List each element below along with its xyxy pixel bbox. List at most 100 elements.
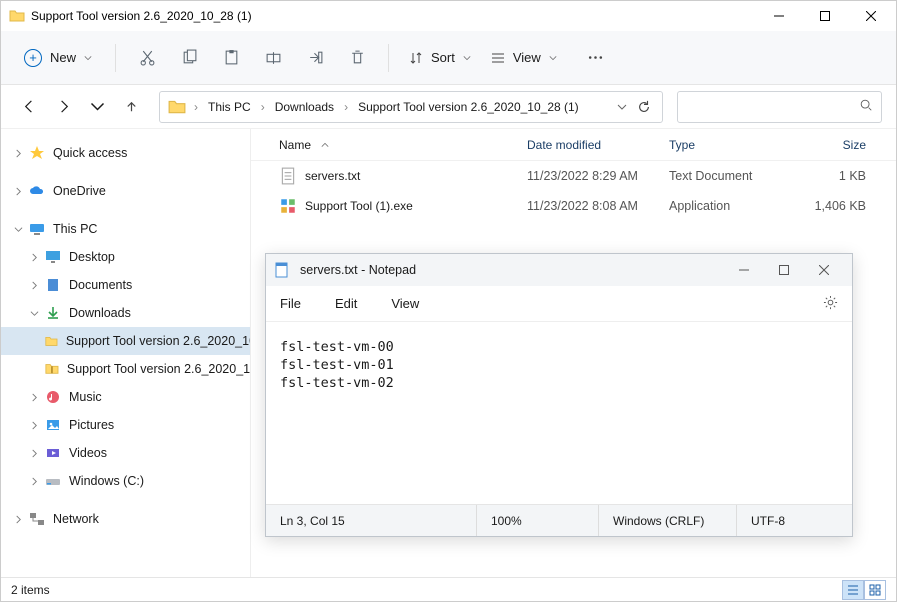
notepad-close-button[interactable] — [804, 256, 844, 284]
separator — [115, 44, 116, 72]
sidebar-label: Videos — [69, 446, 107, 460]
menu-view[interactable]: View — [391, 296, 419, 311]
sidebar-label: Network — [53, 512, 99, 526]
chevron-right-icon — [27, 474, 41, 488]
sidebar-item-this-pc[interactable]: This PC — [1, 215, 250, 243]
pc-icon — [29, 221, 45, 237]
col-type[interactable]: Type — [661, 138, 784, 152]
menu-file[interactable]: File — [280, 296, 301, 311]
cursor-position: Ln 3, Col 15 — [266, 505, 476, 536]
sidebar-item-network[interactable]: Network — [1, 505, 250, 533]
maximize-button[interactable] — [802, 1, 848, 31]
folder-icon — [9, 8, 25, 24]
file-row[interactable]: Support Tool (1).exe 11/23/2022 8:08 AM … — [251, 191, 896, 221]
rename-button[interactable] — [254, 40, 292, 76]
col-name[interactable]: Name — [271, 138, 519, 152]
address-row: › This PC › Downloads › Support Tool ver… — [1, 85, 896, 129]
view-button[interactable]: View — [483, 44, 565, 71]
close-button[interactable] — [848, 1, 894, 31]
notepad-maximize-button[interactable] — [764, 256, 804, 284]
network-icon — [29, 511, 45, 527]
notepad-window: servers.txt - Notepad File Edit View fsl… — [265, 253, 853, 537]
sidebar-label: Support Tool version 2.6_2020_10_28 (1) — [66, 334, 250, 348]
encoding: UTF-8 — [736, 505, 799, 536]
sidebar-label: Desktop — [69, 250, 115, 264]
sidebar-item-pictures[interactable]: Pictures — [1, 411, 250, 439]
sort-icon — [409, 51, 423, 65]
search-box[interactable] — [677, 91, 882, 123]
sidebar-item-videos[interactable]: Videos — [1, 439, 250, 467]
file-row[interactable]: servers.txt 11/23/2022 8:29 AM Text Docu… — [251, 161, 896, 191]
file-size: 1 KB — [784, 169, 874, 183]
search-input[interactable] — [686, 100, 859, 114]
chevron-right-icon — [27, 278, 41, 292]
notepad-minimize-button[interactable] — [724, 256, 764, 284]
notepad-titlebar[interactable]: servers.txt - Notepad — [266, 254, 852, 286]
chevron-down-icon — [84, 54, 92, 62]
chevron-down-icon — [11, 222, 25, 236]
folder-icon — [45, 333, 58, 349]
sidebar: Quick access OneDrive This PC Desktop Do… — [1, 129, 251, 577]
exe-file-icon — [279, 197, 297, 215]
address-dropdown[interactable] — [612, 97, 632, 117]
col-size[interactable]: Size — [784, 138, 874, 152]
zoom-level: 100% — [476, 505, 598, 536]
breadcrumb-pc[interactable]: This PC — [202, 96, 257, 118]
address-bar[interactable]: › This PC › Downloads › Support Tool ver… — [159, 91, 663, 123]
zip-folder-icon — [45, 361, 59, 377]
notepad-text-area[interactable]: fsl-test-vm-00 fsl-test-vm-01 fsl-test-v… — [266, 322, 852, 504]
file-date: 11/23/2022 8:29 AM — [519, 169, 661, 183]
chevron-right-icon: › — [192, 100, 200, 114]
text-file-icon — [279, 167, 297, 185]
copy-button[interactable] — [170, 40, 208, 76]
view-icon — [491, 51, 505, 65]
sidebar-label: Support Tool version 2.6_2020_10_28 — [67, 362, 250, 376]
breadcrumb-folder[interactable]: Support Tool version 2.6_2020_10_28 (1) — [352, 96, 585, 118]
gear-icon[interactable] — [823, 295, 838, 313]
menu-edit[interactable]: Edit — [335, 296, 357, 311]
cut-button[interactable] — [128, 40, 166, 76]
minimize-button[interactable] — [756, 1, 802, 31]
chevron-right-icon: › — [342, 100, 350, 114]
sidebar-item-downloads[interactable]: Downloads — [1, 299, 250, 327]
window-title: Support Tool version 2.6_2020_10_28 (1) — [31, 9, 756, 23]
new-label: New — [50, 50, 76, 65]
col-date[interactable]: Date modified — [519, 138, 661, 152]
recent-button[interactable] — [83, 93, 111, 121]
sort-asc-icon — [321, 141, 329, 149]
details-view-button[interactable] — [842, 580, 864, 600]
sidebar-item-desktop[interactable]: Desktop — [1, 243, 250, 271]
notepad-status-bar: Ln 3, Col 15 100% Windows (CRLF) UTF-8 — [266, 504, 852, 536]
breadcrumb-downloads[interactable]: Downloads — [269, 96, 340, 118]
thumbnails-view-button[interactable] — [864, 580, 886, 600]
new-button[interactable]: + New — [13, 42, 103, 74]
separator — [388, 44, 389, 72]
forward-button[interactable] — [49, 93, 77, 121]
sort-button[interactable]: Sort — [401, 44, 479, 71]
chevron-right-icon — [11, 184, 25, 198]
sidebar-label: Downloads — [69, 306, 131, 320]
share-button[interactable] — [296, 40, 334, 76]
sidebar-item-folder-selected[interactable]: Support Tool version 2.6_2020_10_28 (1) — [1, 327, 250, 355]
file-type: Application — [661, 199, 784, 213]
notepad-title: servers.txt - Notepad — [300, 263, 724, 277]
text-line: fsl-test-vm-00 — [280, 338, 838, 356]
sidebar-item-documents[interactable]: Documents — [1, 271, 250, 299]
sidebar-label: This PC — [53, 222, 97, 236]
paste-button[interactable] — [212, 40, 250, 76]
refresh-button[interactable] — [634, 97, 654, 117]
sidebar-item-cdrive[interactable]: Windows (C:) — [1, 467, 250, 495]
sidebar-item-onedrive[interactable]: OneDrive — [1, 177, 250, 205]
documents-icon — [45, 277, 61, 293]
back-button[interactable] — [15, 93, 43, 121]
search-icon — [859, 98, 873, 115]
sidebar-item-music[interactable]: Music — [1, 383, 250, 411]
more-button[interactable] — [577, 40, 615, 76]
sidebar-item-folder[interactable]: Support Tool version 2.6_2020_10_28 — [1, 355, 250, 383]
sidebar-label: OneDrive — [53, 184, 106, 198]
title-bar: Support Tool version 2.6_2020_10_28 (1) — [1, 1, 896, 31]
delete-button[interactable] — [338, 40, 376, 76]
up-button[interactable] — [117, 93, 145, 121]
chevron-right-icon — [11, 512, 25, 526]
sidebar-item-quick-access[interactable]: Quick access — [1, 139, 250, 167]
